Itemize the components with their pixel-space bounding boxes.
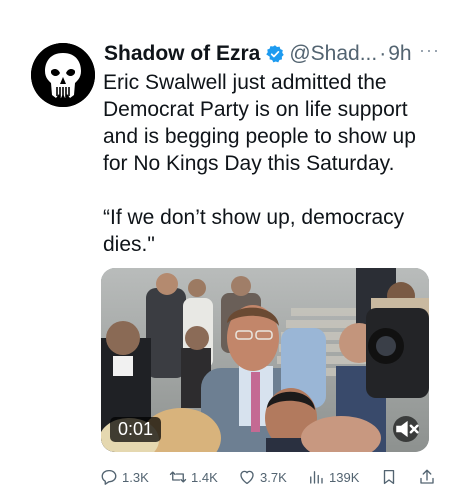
user-handle[interactable]: @Shad... <box>289 42 377 66</box>
repost-button[interactable]: 1.4K <box>169 468 218 486</box>
share-icon <box>420 469 434 484</box>
tweet-text: Eric Swalwell just admitted the Democrat… <box>103 69 433 258</box>
tweet-body: Eric Swalwell just admitted the Democrat… <box>103 71 416 175</box>
punisher-skull-logo <box>31 43 95 107</box>
verified-badge-icon <box>266 45 285 63</box>
repost-count: 1.4K <box>191 469 218 485</box>
reply-button[interactable]: 1.3K <box>100 468 149 486</box>
like-button[interactable]: 3.7K <box>238 468 287 486</box>
tweet-quote: “If we don’t show up, democracy dies." <box>103 206 405 256</box>
share-button[interactable] <box>418 468 436 486</box>
speaker-muted-icon <box>396 420 419 438</box>
timestamp[interactable]: 9h <box>388 42 411 66</box>
view-count: 139K <box>329 469 360 485</box>
mute-button[interactable] <box>393 416 419 442</box>
reply-count: 1.3K <box>122 469 149 485</box>
display-name[interactable]: Shadow of Ezra <box>104 42 260 66</box>
tweet-header: Shadow of Ezra @Shad... · 9h ··· <box>104 40 444 68</box>
views-button[interactable]: 139K <box>307 468 359 486</box>
tweet-card[interactable]: Shadow of Ezra @Shad... · 9h ··· Eric Sw… <box>0 0 459 500</box>
more-options-icon[interactable]: ··· <box>419 40 440 61</box>
repost-icon <box>169 471 187 483</box>
video-duration: 0:01 <box>110 417 162 442</box>
avatar[interactable] <box>31 43 95 107</box>
heart-icon <box>240 470 254 485</box>
bookmark-button[interactable] <box>380 468 398 486</box>
reply-icon <box>101 469 117 485</box>
like-count: 3.7K <box>260 469 287 485</box>
bookmark-icon <box>383 469 394 485</box>
tweet-actions: 1.3K 1.4K 3.7K 139K <box>100 466 436 488</box>
video-player[interactable]: 0:01 <box>101 268 429 452</box>
separator-dot: · <box>379 42 387 65</box>
views-chart-icon <box>310 471 323 484</box>
